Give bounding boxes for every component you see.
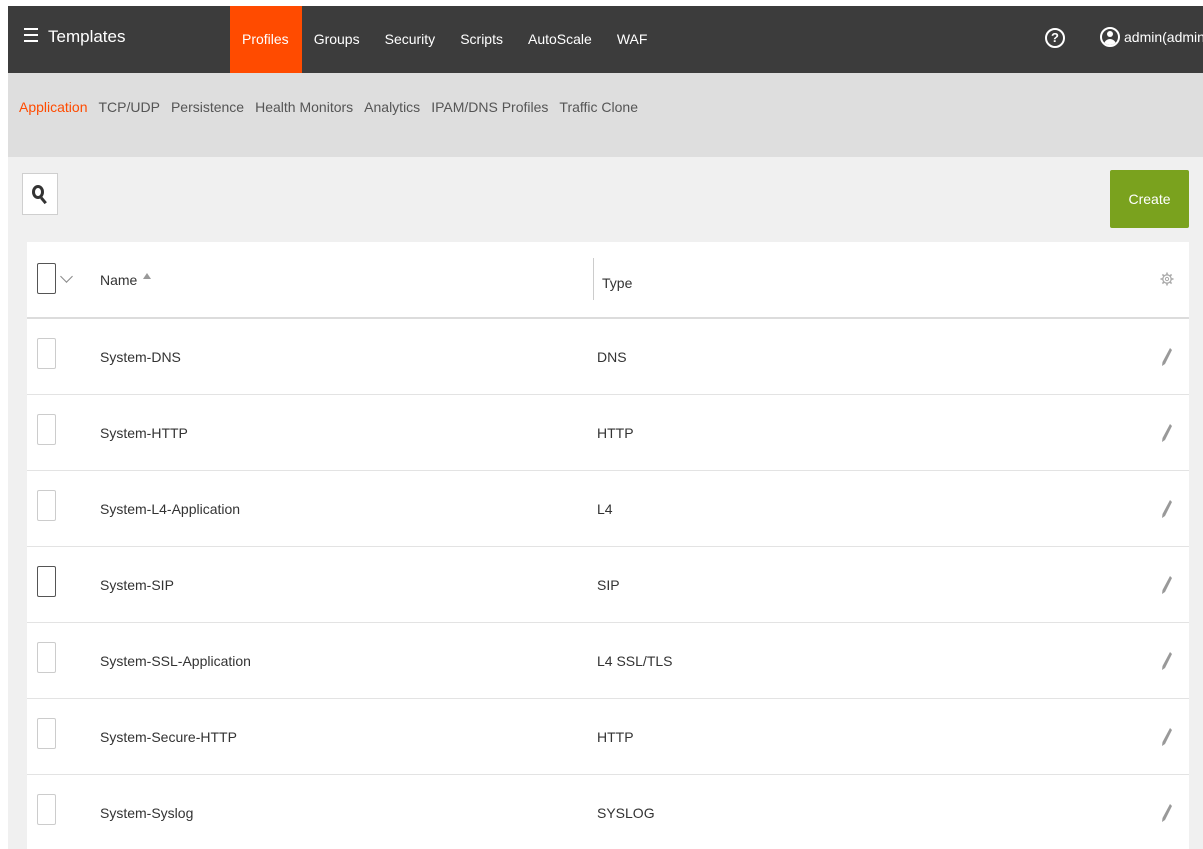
row-checkbox[interactable]: [37, 566, 56, 597]
app-title: Templates: [48, 27, 126, 46]
profile-type: SIP: [597, 577, 620, 593]
table-header: Name Type: [27, 242, 1189, 319]
gear-icon[interactable]: [1160, 272, 1174, 286]
profile-type: HTTP: [597, 425, 634, 441]
table-row[interactable]: System-Syslog SYSLOG: [27, 775, 1189, 849]
subtab-persistence[interactable]: Persistence: [171, 99, 244, 115]
pencil-icon[interactable]: [1161, 423, 1173, 443]
row-checkbox[interactable]: [37, 718, 56, 749]
user-name: admin(admin): [1124, 29, 1203, 45]
search-button[interactable]: [22, 173, 58, 215]
pencil-icon[interactable]: [1161, 347, 1173, 367]
top-navigation-bar: Templates Profiles Groups Security Scrip…: [8, 6, 1203, 73]
table-row[interactable]: System-Secure-HTTP HTTP: [27, 699, 1189, 775]
table-row[interactable]: System-HTTP HTTP: [27, 395, 1189, 471]
row-checkbox[interactable]: [37, 490, 56, 521]
profiles-table: Name Type System-DNS DNS System-HTTP HTT…: [27, 242, 1189, 849]
main-tabs: Profiles Groups Security Scripts AutoSca…: [230, 6, 660, 73]
profile-type: HTTP: [597, 729, 634, 745]
sub-navigation: Application TCP/UDP Persistence Health M…: [8, 73, 1203, 157]
sort-asc-icon: [143, 273, 152, 279]
profile-name: System-DNS: [100, 349, 181, 365]
tab-waf[interactable]: WAF: [605, 6, 661, 73]
user-menu[interactable]: admin(admin): [1100, 26, 1203, 48]
help-icon[interactable]: ?: [1045, 28, 1065, 48]
row-checkbox[interactable]: [37, 414, 56, 445]
profile-type: SYSLOG: [597, 805, 655, 821]
column-header-name-label: Name: [100, 272, 138, 288]
subtab-traffic-clone[interactable]: Traffic Clone: [559, 99, 638, 115]
column-header-name[interactable]: Name: [100, 272, 152, 288]
profile-name: System-HTTP: [100, 425, 188, 441]
profile-name: System-Secure-HTTP: [100, 729, 237, 745]
profile-type: L4: [597, 501, 613, 517]
tab-autoscale[interactable]: AutoScale: [516, 6, 605, 73]
profile-name: System-SIP: [100, 577, 174, 593]
user-icon: [1100, 27, 1120, 47]
row-checkbox[interactable]: [37, 338, 56, 369]
select-all-checkbox[interactable]: [37, 263, 56, 294]
menu-icon[interactable]: [24, 28, 38, 42]
tab-scripts[interactable]: Scripts: [448, 6, 516, 73]
subtab-ipam-dns-profiles[interactable]: IPAM/DNS Profiles: [431, 99, 548, 115]
row-checkbox[interactable]: [37, 642, 56, 673]
subtab-health-monitors[interactable]: Health Monitors: [255, 99, 353, 115]
pencil-icon[interactable]: [1161, 727, 1173, 747]
subtab-tcp-udp[interactable]: TCP/UDP: [99, 99, 160, 115]
profile-name: System-SSL-Application: [100, 653, 251, 669]
tab-profiles[interactable]: Profiles: [230, 6, 302, 73]
tab-security[interactable]: Security: [373, 6, 449, 73]
pencil-icon[interactable]: [1161, 499, 1173, 519]
subtab-analytics[interactable]: Analytics: [364, 99, 420, 115]
chevron-down-icon[interactable]: [60, 270, 73, 283]
pencil-icon[interactable]: [1161, 651, 1173, 671]
profile-name: System-Syslog: [100, 805, 194, 821]
column-header-type[interactable]: Type: [602, 275, 632, 291]
profile-type: DNS: [597, 349, 627, 365]
profile-type: L4 SSL/TLS: [597, 653, 673, 669]
table-row[interactable]: System-DNS DNS: [27, 319, 1189, 395]
pencil-icon[interactable]: [1161, 803, 1173, 823]
profile-name: System-L4-Application: [100, 501, 241, 517]
table-row[interactable]: System-SSL-Application L4 SSL/TLS: [27, 623, 1189, 699]
subtab-application[interactable]: Application: [19, 99, 88, 115]
row-checkbox[interactable]: [37, 794, 56, 825]
column-resize-handle[interactable]: [593, 258, 594, 300]
app-window: Templates Profiles Groups Security Scrip…: [8, 6, 1203, 849]
create-button[interactable]: Create: [1110, 170, 1189, 228]
table-row[interactable]: System-L4-Application L4: [27, 471, 1189, 547]
pencil-icon[interactable]: [1161, 575, 1173, 595]
table-row[interactable]: System-SIP SIP: [27, 547, 1189, 623]
tab-groups[interactable]: Groups: [302, 6, 373, 73]
